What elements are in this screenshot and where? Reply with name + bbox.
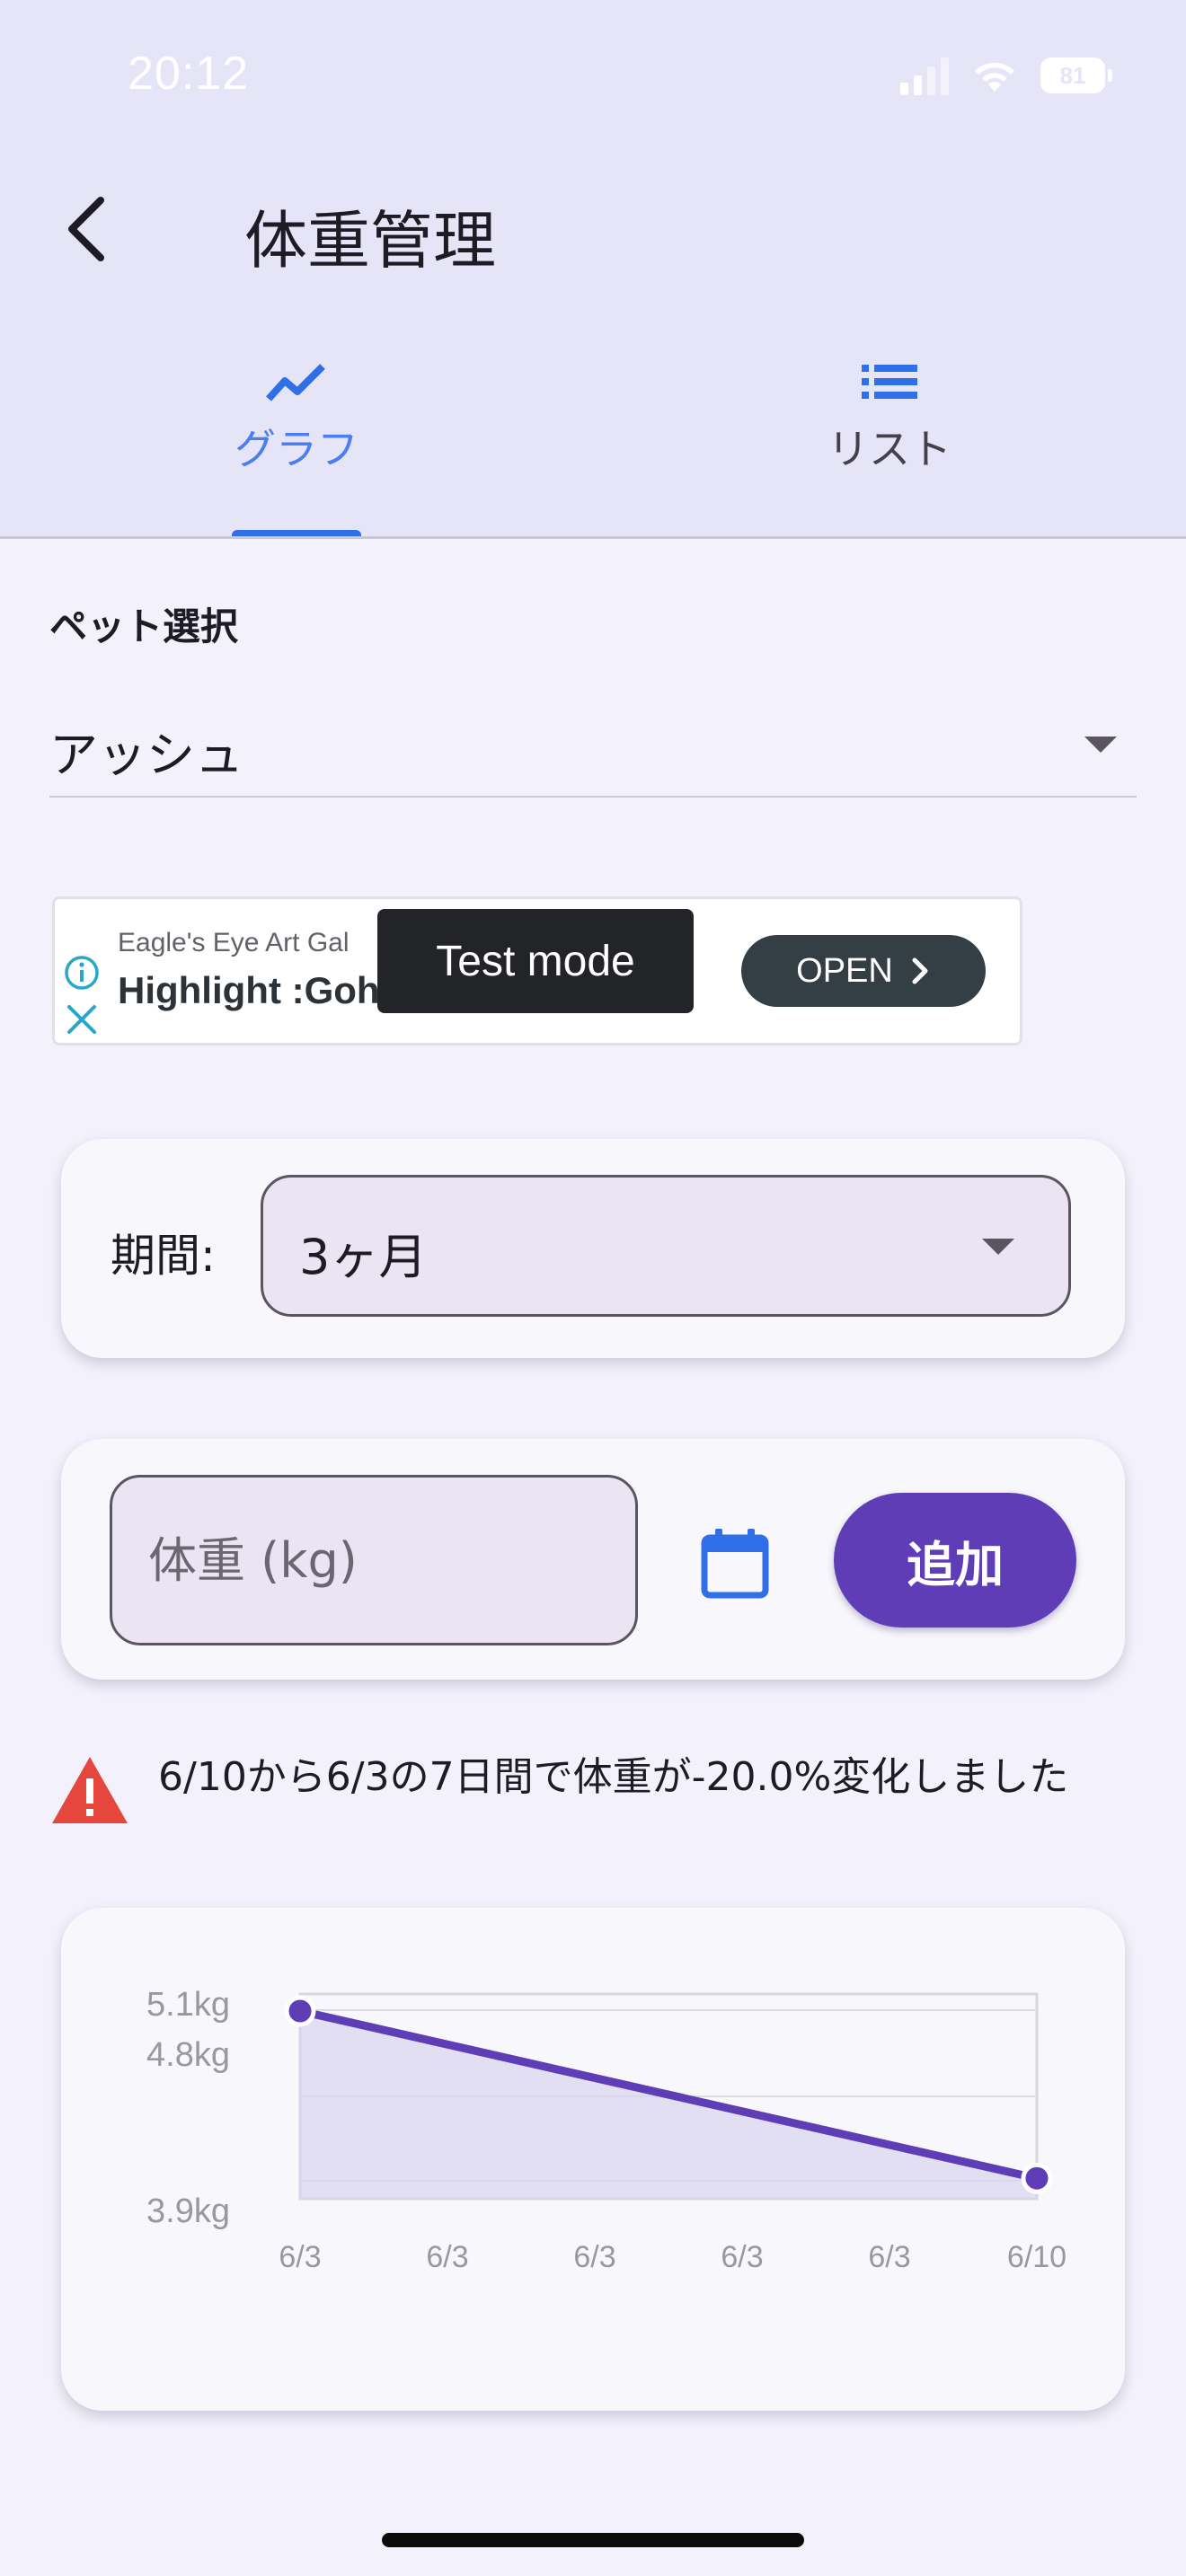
home-indicator	[382, 2533, 804, 2547]
tab-divider	[0, 536, 1186, 539]
cellular-signal-icon	[900, 56, 949, 95]
y-tick-label: 3.9kg	[146, 2192, 230, 2230]
test-mode-badge: Test mode	[377, 909, 694, 1013]
x-tick-label: 6/3	[426, 2240, 468, 2274]
pet-select-dropdown[interactable]: アッシュ	[49, 699, 1137, 798]
dropdown-caret-icon	[1084, 737, 1117, 753]
ad-subtitle: Eagle's Eye Art Gal	[118, 928, 350, 957]
period-select-dropdown[interactable]: 3ヶ月	[261, 1175, 1071, 1317]
ad-headline: Highlight :Goh	[118, 969, 380, 1011]
back-arrow-icon	[68, 197, 104, 261]
weight-chart-card: 5.1kg 4.8kg 3.9kg 6/3 6/3 6/3 6/3 6/3 6/10	[61, 1908, 1125, 2411]
y-tick-label: 5.1kg	[146, 1986, 230, 2024]
period-label: 期間:	[111, 1230, 216, 1282]
battery-level: 81	[1059, 61, 1086, 89]
trend-line-icon	[266, 364, 325, 401]
calendar-icon[interactable]	[697, 1525, 773, 1601]
x-tick-label: 6/3	[721, 2240, 763, 2274]
add-button[interactable]: 追加	[834, 1493, 1076, 1628]
data-point	[284, 1995, 316, 2027]
y-tick-label: 4.8kg	[146, 2036, 230, 2074]
tab-graph-label: グラフ	[235, 425, 358, 473]
alert-message: 6/10から6/3の7日間で体重が-20.0%変化しました	[158, 1754, 1069, 1800]
data-point	[1021, 2162, 1053, 2194]
weight-input[interactable]	[110, 1475, 638, 1645]
warning-icon	[52, 1757, 128, 1823]
chevron-right-icon	[912, 957, 928, 984]
back-button[interactable]	[54, 189, 117, 269]
ad-close-icon[interactable]	[62, 1000, 102, 1039]
pet-select-value: アッシュ	[49, 727, 243, 783]
status-time: 20:12	[128, 48, 250, 100]
period-select-value: 3ヶ月	[299, 1229, 428, 1285]
x-tick-label: 6/3	[279, 2240, 321, 2274]
weight-entry-card: 追加	[61, 1439, 1125, 1680]
ad-open-label: OPEN	[796, 951, 893, 990]
dropdown-caret-icon	[982, 1239, 1014, 1255]
tab-list-label: リスト	[828, 425, 951, 473]
wifi-icon	[975, 62, 1014, 92]
status-icons: 81	[900, 56, 1112, 95]
list-icon	[862, 365, 917, 399]
pet-section-label: ペット選択	[49, 604, 239, 648]
weight-chart: 5.1kg 4.8kg 3.9kg 6/3 6/3 6/3 6/3 6/3 6/10	[146, 1986, 1067, 2274]
tab-graph[interactable]: グラフ	[189, 359, 404, 539]
ad-info-icon[interactable]	[62, 953, 102, 992]
x-tick-label: 6/3	[573, 2240, 615, 2274]
x-tick-label: 6/3	[868, 2240, 910, 2274]
battery-icon: 81	[1040, 57, 1112, 93]
x-tick-label: 6/10	[1007, 2240, 1067, 2274]
tab-list[interactable]: リスト	[782, 359, 997, 539]
page-title: 体重管理	[244, 204, 496, 278]
period-card: 期間: 3ヶ月	[61, 1139, 1125, 1358]
ad-open-button[interactable]: OPEN	[741, 935, 986, 1007]
